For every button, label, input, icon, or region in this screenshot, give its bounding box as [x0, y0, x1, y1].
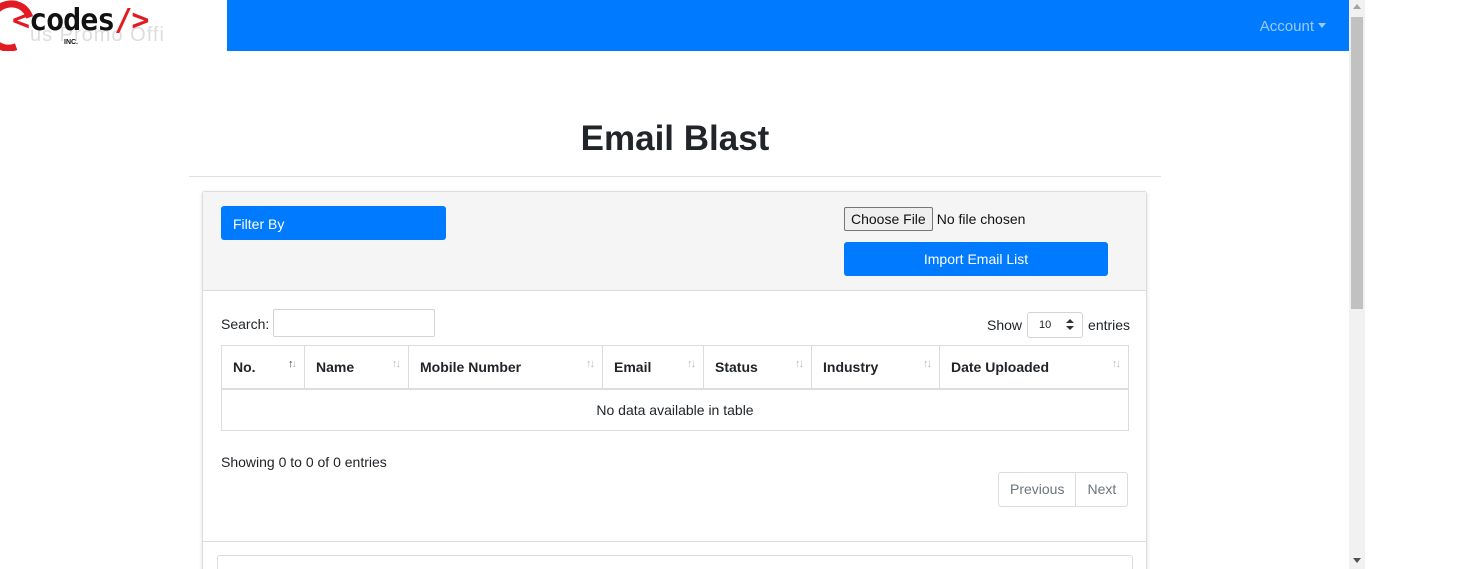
entries-select-value: 10	[1039, 319, 1052, 331]
scroll-up-arrow-icon[interactable]	[1353, 4, 1361, 9]
page-scrollbar[interactable]	[1349, 0, 1365, 569]
table-header-row: No. ↑↓ Name ↑↓ Mobile Number ↑↓ Email ↑↓ Sta…	[221, 345, 1129, 390]
column-header-name[interactable]: Name ↑↓	[304, 345, 409, 390]
scroll-down-arrow-icon[interactable]	[1353, 558, 1361, 563]
column-label: Status	[715, 358, 758, 375]
search-input[interactable]	[273, 309, 435, 337]
search-label: Search:	[221, 316, 270, 332]
show-label: Show	[987, 317, 1023, 333]
column-header-mobile-number[interactable]: Mobile Number ↑↓	[408, 345, 603, 390]
table-info: Showing 0 to 0 of 0 entries	[221, 454, 387, 470]
sort-icon: ↑↓	[923, 358, 932, 370]
column-header-industry[interactable]: Industry ↑↓	[811, 345, 940, 390]
column-label: Mobile Number	[420, 358, 522, 375]
column-label: Industry	[823, 358, 879, 375]
top-navbar: us Promo Offi <codes/> INC. Account	[0, 0, 1349, 51]
entries-label: entries	[1088, 317, 1131, 333]
sort-icon: ↑↓	[1112, 358, 1121, 370]
column-header-no[interactable]: No. ↑↓	[221, 345, 305, 390]
card-divider	[203, 541, 1146, 542]
file-status: No file chosen	[936, 211, 1026, 227]
column-header-email[interactable]: Email ↑↓	[602, 345, 704, 390]
choose-file-button[interactable]: Choose File	[844, 207, 933, 231]
page-title: Email Blast	[580, 119, 770, 158]
select-arrows-icon	[1066, 319, 1075, 331]
pagination: Previous Next	[998, 472, 1129, 507]
column-label: Name	[316, 358, 355, 375]
import-email-list-button[interactable]: Import Email List	[844, 242, 1108, 276]
sort-asc-icon: ↑↓	[288, 358, 297, 370]
caret-down-icon	[1318, 23, 1326, 28]
empty-table-message: No data available in table	[596, 401, 754, 418]
email-table: No. ↑↓ Name ↑↓ Mobile Number ↑↓ Email ↑↓ Sta…	[221, 345, 1129, 431]
column-label: Email	[614, 358, 652, 375]
title-divider	[189, 176, 1161, 177]
next-button[interactable]: Next	[1075, 473, 1127, 506]
page: us Promo Offi <codes/> INC. Account Emai…	[0, 0, 1457, 569]
previous-button[interactable]: Previous	[999, 473, 1075, 506]
brand-logo[interactable]: us Promo Offi <codes/> INC.	[0, 0, 227, 51]
table-row: No data available in table	[222, 389, 1129, 431]
logo-inc: INC.	[64, 39, 78, 46]
logo-word: codes	[29, 3, 115, 38]
filter-by-button[interactable]: Filter By	[221, 206, 446, 240]
column-header-date-uploaded[interactable]: Date Uploaded ↑↓	[939, 345, 1129, 390]
file-input: Choose File No file chosen	[844, 207, 1025, 231]
logo-open-bracket: <	[12, 3, 30, 38]
column-label: No.	[233, 358, 256, 375]
column-label: Date Uploaded	[951, 358, 1050, 375]
entries-select[interactable]: 10	[1027, 312, 1084, 338]
lower-panel	[217, 555, 1133, 569]
card-header: Filter By Choose File No file chosen Imp…	[203, 192, 1146, 291]
sort-icon: ↑↓	[795, 358, 804, 370]
entries-length-control: Show 10 entries	[987, 312, 1130, 338]
column-header-status[interactable]: Status ↑↓	[703, 345, 812, 390]
logo-close-bracket: />	[114, 3, 149, 38]
sort-icon: ↑↓	[392, 358, 401, 370]
account-dropdown[interactable]: Account	[1260, 18, 1326, 35]
email-blast-card: Filter By Choose File No file chosen Imp…	[202, 191, 1147, 569]
scroll-thumb[interactable]	[1351, 17, 1363, 309]
sort-icon: ↑↓	[687, 358, 696, 370]
logo-text: <codes/>	[12, 3, 150, 38]
account-label: Account	[1259, 18, 1314, 35]
sort-icon: ↑↓	[586, 358, 595, 370]
